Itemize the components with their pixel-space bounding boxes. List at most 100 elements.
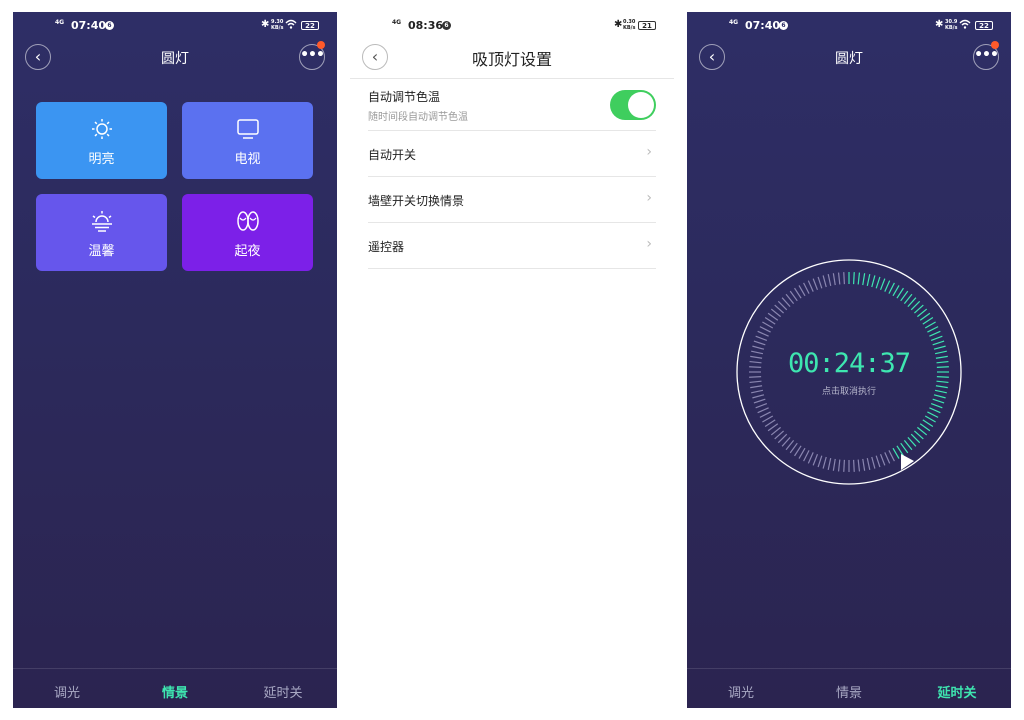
dial-tick [764, 419, 776, 427]
header: ‹ 圆灯 ••• [13, 41, 337, 72]
dial-tick [913, 304, 924, 314]
dial-tick [853, 459, 855, 472]
dial-tick [927, 326, 939, 333]
dial-tick [907, 436, 917, 447]
header: ‹ 吸顶灯设置 [350, 42, 674, 72]
bottom-tab-bar: 调光 情景 延时关 [687, 668, 1011, 708]
dial-tick [888, 450, 895, 462]
dial-tick [857, 459, 861, 472]
dial-tick [789, 442, 798, 454]
settings-item-label: 自动开关 [368, 148, 417, 162]
dial-tick [770, 426, 781, 436]
dial-tick [892, 447, 900, 459]
more-icon: ••• [974, 47, 999, 63]
dial-tick [798, 285, 806, 297]
dial-tick [837, 459, 841, 472]
dial-tick [879, 453, 886, 466]
settings-item-sublabel: 随时间段自动调节色温 [368, 112, 468, 123]
dial-tick [866, 457, 871, 470]
timer-screen: 4G 07:40 6 ✱ 30.9 KB/s 22 ‹ 圆灯 ••• 00:24:… [687, 12, 1011, 708]
page-title: 圆灯 [161, 51, 189, 67]
scene-label: 温馨 [88, 244, 115, 259]
dial-tick [922, 317, 934, 325]
tv-icon [182, 118, 313, 140]
network-indicator: 4G [729, 19, 739, 26]
net-speed: 0.30 KB/s [623, 19, 636, 31]
dial-tick [875, 276, 881, 289]
dial-tick [777, 433, 788, 444]
page-title: 吸顶灯设置 [471, 50, 552, 69]
scene-screen: 4G 07:40 6 ✱ 9.30 KB/s 22 ‹ 圆灯 ••• 明亮 电视 … [13, 12, 337, 708]
notification-badge [991, 41, 999, 49]
dial-tick [764, 317, 776, 325]
tab-scene[interactable]: 情景 [121, 682, 229, 701]
dial-tick [789, 290, 798, 302]
scene-tile-warm[interactable]: 温馨 [36, 194, 167, 271]
tab-timer-off[interactable]: 延时关 [903, 682, 1011, 701]
battery-icon: 22 [301, 21, 319, 30]
wifi-icon [285, 19, 297, 32]
dial-tick [929, 407, 941, 414]
dial-tick [932, 340, 945, 346]
header-divider [350, 78, 674, 79]
dial-tick [896, 287, 904, 299]
dial-tick [917, 308, 928, 318]
chevron-right-icon: › [646, 190, 652, 206]
dial-tick [929, 330, 941, 337]
dial-tick [770, 308, 781, 318]
settings-item-label: 自动调节色温 [368, 90, 441, 104]
dial-tick [930, 335, 943, 342]
dial-tick [753, 398, 766, 404]
tab-scene[interactable]: 情景 [795, 682, 903, 701]
dial-tick [832, 273, 836, 286]
bluetooth-icon: ✱ [614, 19, 623, 30]
header: ‹ 圆灯 ••• [687, 41, 1011, 72]
page-title: 圆灯 [835, 51, 863, 67]
dial-tick [762, 321, 774, 329]
dial-tick [843, 272, 845, 285]
tab-dimming[interactable]: 调光 [13, 682, 121, 701]
dial-tick [812, 278, 819, 291]
battery-icon: 22 [975, 21, 993, 30]
dial-tick [936, 380, 949, 384]
dial-tick [879, 278, 886, 291]
dial-tick [907, 297, 917, 308]
tab-timer-off[interactable]: 延时关 [229, 682, 337, 701]
dial-tick [757, 407, 769, 414]
network-indicator: 4G [392, 19, 402, 26]
dial-tick [781, 297, 791, 308]
dial-tick [866, 274, 871, 287]
countdown-dial[interactable]: 00:24:37 点击取消执行 [733, 256, 965, 488]
dial-tick [913, 430, 924, 440]
dial-tick [917, 426, 928, 436]
dial-tick [900, 290, 909, 302]
countdown-time: 00:24:37 [787, 348, 911, 379]
dial-tick [896, 445, 904, 457]
dial-tick [843, 459, 845, 472]
notification-icon: 6 [779, 21, 788, 30]
scene-tile-night[interactable]: 起夜 [182, 194, 313, 271]
auto-color-temp-toggle[interactable] [610, 90, 656, 120]
dial-tick [757, 330, 769, 337]
dial-tick [932, 398, 945, 404]
dial-tick [822, 456, 827, 469]
toggle-knob [628, 92, 654, 118]
dial-tick [785, 440, 795, 451]
network-indicator: 4G [55, 19, 65, 26]
dial-tick [871, 275, 876, 288]
dial-tick [774, 430, 785, 440]
dial-tick [927, 411, 939, 418]
scene-tile-tv[interactable]: 电视 [182, 102, 313, 179]
scene-tile-bright[interactable]: 明亮 [36, 102, 167, 179]
dial-tick [910, 433, 921, 444]
tab-dimming[interactable]: 调光 [687, 682, 795, 701]
dial-tick [817, 276, 823, 289]
status-bar: 4G 07:40 6 ✱ 30.9 KB/s 22 [687, 18, 1011, 34]
dial-tick [900, 442, 909, 454]
dial-tick [884, 452, 891, 464]
dial-tick [798, 447, 806, 459]
scene-label: 电视 [234, 152, 261, 167]
dial-tick [930, 402, 943, 409]
dial-tick [884, 280, 891, 292]
dial-tick [862, 273, 866, 286]
